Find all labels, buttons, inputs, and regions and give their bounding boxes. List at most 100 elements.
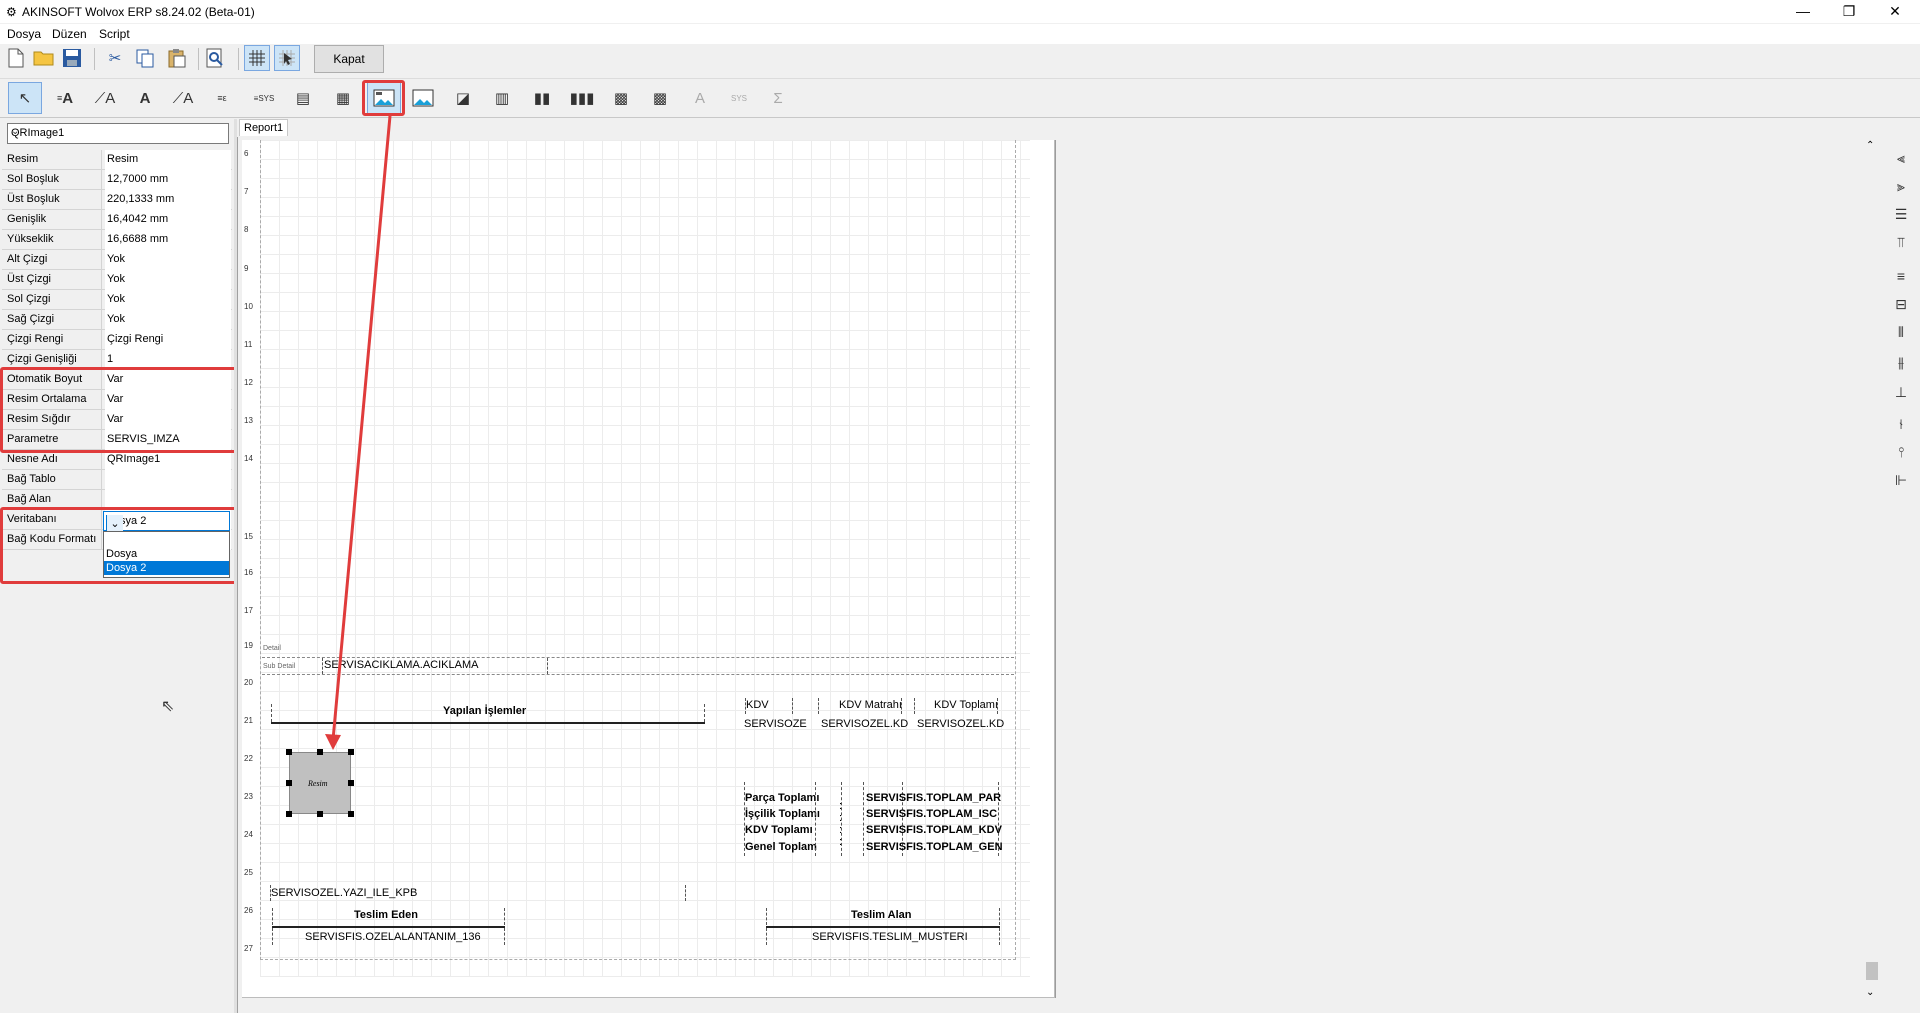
resize-handle[interactable] [348,780,354,786]
resize-handle[interactable] [348,749,354,755]
prop-row-nesne-adi[interactable]: Nesne Adı QRImage1 [2,450,232,470]
disabled-text-tool-icon: A [694,89,705,107]
barcode-tool-icon[interactable]: ▮▮ [525,82,559,114]
label-yapilan-islemler[interactable]: Yapılan İşlemler [443,705,526,717]
rotated-db-text-tool-icon[interactable]: ⟋A [166,82,200,114]
align-top-icon[interactable]: ⫪ [1888,230,1914,256]
field-toplam-isc[interactable]: SERVISFIS.TOPLAM_ISC [866,808,997,820]
expression-tool-icon[interactable]: ≡ε [205,82,239,114]
subdetail-band[interactable] [262,674,1014,675]
label-teslim-eden[interactable]: Teslim Eden [354,909,418,921]
close-window-button[interactable]: ✕ [1872,0,1918,24]
align-bottom-icon[interactable]: ⊟ [1888,292,1914,318]
prop-row-genislik[interactable]: Genişlik 16,4042 mm [2,210,232,230]
prop-row-resim[interactable]: Resim Resim [2,150,232,170]
db-barcode-tool-icon[interactable]: ▮▮▮ [565,82,599,114]
sysdata-tool-icon[interactable]: ≡SYS [247,82,281,114]
colon-2: : [839,812,843,824]
object-selector[interactable]: QRImage1 ⌄ [7,123,229,144]
scroll-down-icon[interactable]: ⌄ [1866,987,1874,998]
grid-icon[interactable] [244,45,270,71]
field-yazi-ile[interactable]: SERVISOZEL.YAZI_ILE_KPB [271,887,417,899]
label-genel-toplam[interactable]: Genel Toplam [745,841,817,853]
paste-icon[interactable] [164,45,190,71]
field-servisozel-kd-2[interactable]: SERVISOZEL.KD [917,718,1004,730]
same-height-icon[interactable]: ⫮ [1888,412,1914,438]
menu-script[interactable]: Script [99,27,130,41]
menu-duzen[interactable]: Düzen [52,27,87,41]
scroll-thumb[interactable] [1866,962,1878,980]
same-width-icon[interactable]: ⊥ [1888,380,1914,406]
resize-handle[interactable] [317,811,323,817]
resize-handle[interactable] [286,749,292,755]
field-ozel-alan[interactable]: SERVISFIS.OZELALANTANIM_136 [305,931,481,943]
pdf417-tool-icon[interactable]: ▩ [604,82,638,114]
label-kdv-matrahi[interactable]: KDV Matrahı [839,699,902,711]
label-tool-icon[interactable]: ≡ A [48,82,82,114]
resize-handle[interactable] [317,749,323,755]
align-vcenter-icon[interactable]: ≡ [1888,264,1914,290]
pointer-tool-icon[interactable]: ↖ [8,82,42,114]
vertical-scrollbar[interactable]: ⌃ ⌄ [1864,140,1880,998]
snap-icon[interactable] [274,45,300,71]
tab-report1[interactable]: Report1 [239,119,289,136]
rotated-label-tool-icon[interactable]: ⟋A [88,82,122,114]
field-servisozel-kd-1[interactable]: SERVISOZEL.KD [821,718,908,730]
prop-row-yukseklik[interactable]: Yükseklik 16,6688 mm [2,230,232,250]
field-servisoze[interactable]: SERVISOZE [744,718,807,730]
field-toplam-gen[interactable]: SERVISFIS.TOPLAM_GEN [866,841,1003,853]
app-window: ⚙ AKINSOFT Wolvox ERP s8.24.02 (Beta-01)… [0,0,1920,1013]
label-iscilik-toplami[interactable]: İşçilik Toplamı [745,808,820,820]
prop-row-ust-cizgi[interactable]: Üst Çizgi Yok [2,270,232,290]
prop-row-sag-cizgi[interactable]: Sağ Çizgi Yok [2,310,232,330]
align-right-icon[interactable]: ☰ [1888,202,1914,228]
prop-row-alt-cizgi[interactable]: Alt Çizgi Yok [2,250,232,270]
minimize-button[interactable]: — [1780,0,1826,24]
resize-handle[interactable] [286,780,292,786]
label-kdv[interactable]: KDV [746,699,769,711]
scroll-up-icon[interactable]: ⌃ [1866,140,1874,151]
prop-row-sol-cizgi[interactable]: Sol Çizgi Yok [2,290,232,310]
label-parca-toplami[interactable]: Parça Toplamı [745,792,819,804]
kapat-button[interactable]: Kapat [314,45,384,73]
copy-icon[interactable] [132,45,158,71]
label-kdv-toplami[interactable]: KDV Toplamı [934,699,998,711]
report-tabstrip [237,119,1877,136]
db-text-tool-icon[interactable]: A [128,82,162,114]
scissors-icon[interactable]: ✂ [102,45,128,71]
qrimage1-selected[interactable]: Resim [289,752,351,814]
field-toplam-kdv[interactable]: SERVISFIS.TOPLAM_KDV [866,824,1002,836]
align-hcenter-icon[interactable]: ⫸ [1888,174,1914,200]
disabled-sys-tool-icon: SYS [730,93,747,103]
space-v-icon[interactable]: ⫵ [1888,350,1914,376]
chevron-down-icon: ⌄ [11,126,20,137]
save-disk-icon[interactable] [59,45,85,71]
field-toplam-par[interactable]: SERVISFIS.TOPLAM_PAR [866,792,1001,804]
preview-icon[interactable] [202,45,228,71]
field-teslim-musteri[interactable]: SERVISFIS.TESLIM_MUSTERI [812,931,968,943]
menu-bar: Dosya Düzen Script [0,24,1920,44]
send-back-icon[interactable]: ⊩ [1888,468,1914,494]
label-teslim-alan[interactable]: Teslim Alan [851,909,912,921]
field-servis-aciklama[interactable]: SERVISACIKLAMA.ACIKLAMA [324,659,478,671]
memo-tool-icon[interactable]: ▤ [286,82,320,114]
db-image-tool-icon[interactable] [406,82,440,114]
new-file-icon[interactable] [3,45,29,71]
bring-front-icon[interactable]: ⫯ [1888,440,1914,466]
prop-row-bag-tablo[interactable]: Bağ Tablo [2,470,232,490]
menu-dosya[interactable]: Dosya [7,27,41,41]
richtext-tool-icon[interactable]: ▦ [326,82,360,114]
open-folder-icon[interactable] [31,45,57,71]
db-pdf417-tool-icon[interactable]: ▩ [643,82,677,114]
prop-row-cizgi-rengi[interactable]: Çizgi Rengi Çizgi Rengi [2,330,232,350]
align-left-icon[interactable]: ⫷ [1888,146,1914,172]
space-h-icon[interactable]: ⫴ [1888,320,1914,346]
shape-tool-icon[interactable]: ◪ [446,82,480,114]
resize-handle[interactable] [286,811,292,817]
restore-button[interactable]: ❐ [1826,0,1872,24]
resize-handle[interactable] [348,811,354,817]
line-tool-icon[interactable]: ▥ [485,82,519,114]
prop-row-ust-bosluk[interactable]: Üst Boşluk 220,1333 mm [2,190,232,210]
prop-row-sol-bosluk[interactable]: Sol Boşluk 12,7000 mm [2,170,232,190]
label-kdv-toplami-2[interactable]: KDV Toplamı [745,824,813,836]
